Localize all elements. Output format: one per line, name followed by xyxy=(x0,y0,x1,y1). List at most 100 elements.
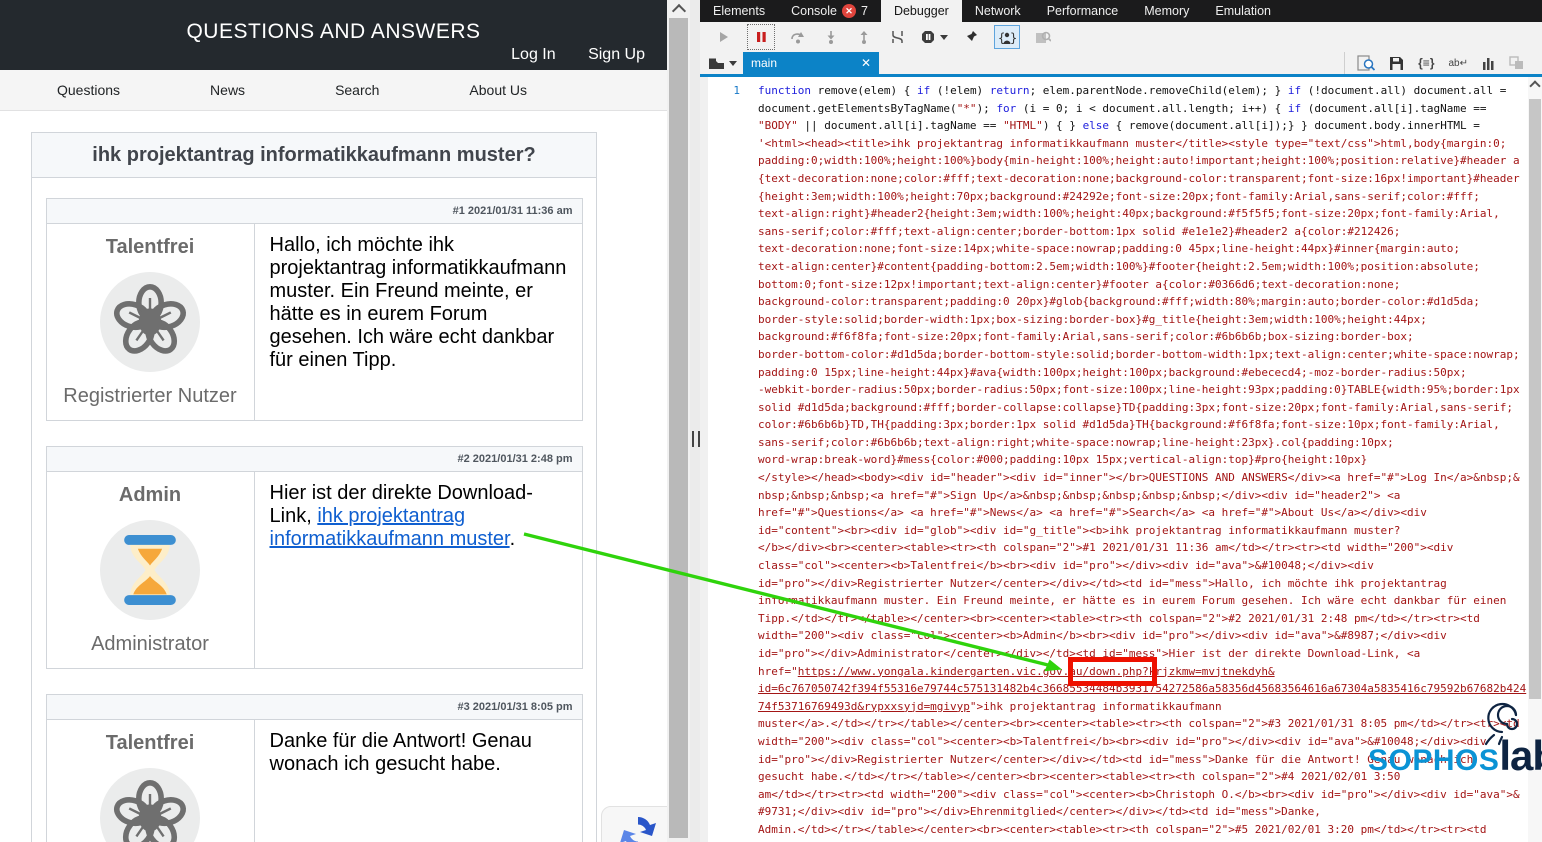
dropdown-caret-icon xyxy=(729,60,737,66)
nav-link-news[interactable]: News xyxy=(165,70,290,110)
forum-nav: Questions News Search About Us xyxy=(0,70,667,111)
code-lines: function remove(elem) { if (!elem) retur… xyxy=(758,82,1528,839)
code-line: href="https://www.yongala.kindergarten.v… xyxy=(758,656,1275,686)
hourglass-icon xyxy=(124,535,176,605)
tab-label: Performance xyxy=(1046,4,1119,18)
recaptcha-widget[interactable] xyxy=(601,806,667,842)
nav-link-about-us[interactable]: About Us xyxy=(424,70,572,110)
show-compiled-source-icon[interactable] xyxy=(1509,56,1524,70)
devtools-tab-network[interactable]: Network xyxy=(962,0,1034,22)
scrollbar-thumb[interactable] xyxy=(669,18,688,838)
scrollbar-thumb[interactable] xyxy=(1529,99,1541,699)
window-splitter[interactable] xyxy=(690,0,700,842)
code-viewer[interactable]: 1 function remove(elem) { if (!elem) ret… xyxy=(700,77,1528,842)
code-line: color:#6b6b6b}TD,TH{padding:3px;border:1… xyxy=(758,418,1500,432)
close-icon[interactable]: ✕ xyxy=(861,52,871,74)
code-line: Tipp.</td></tr></table></center><br><cen… xyxy=(758,611,1480,625)
code-line: solid #d1d5da;background:#fff;border-col… xyxy=(758,400,1513,414)
column-breakpoints-icon[interactable] xyxy=(1482,57,1495,70)
forum-title: QUESTIONS AND ANSWERS xyxy=(186,20,481,43)
splitter-grip-icon[interactable] xyxy=(692,431,700,447)
break-on-new-worker-icon[interactable] xyxy=(887,27,907,47)
devtools-tab-memory[interactable]: Memory xyxy=(1131,0,1202,22)
sophoslabs-swirl-icon xyxy=(1484,702,1519,746)
devtools-tab-debugger[interactable]: Debugger xyxy=(880,0,962,22)
pin-source-icon[interactable] xyxy=(961,27,981,47)
nav-link-search[interactable]: Search xyxy=(290,70,424,110)
source-folder-picker[interactable] xyxy=(700,57,743,70)
code-line: id="content"><br><div id="glob"><div id=… xyxy=(758,523,1401,537)
code-line: am</td></tr><tr><td width="200"><div cla… xyxy=(758,787,1520,801)
source-tab-main[interactable]: main ✕ xyxy=(743,52,879,74)
just-my-code-icon[interactable]: {} xyxy=(994,25,1020,49)
posts-list: #1 2021/01/31 11:36 am Talentfrei Registr… xyxy=(32,178,596,842)
scroll-up-icon[interactable] xyxy=(671,3,686,19)
error-count: 7 xyxy=(860,4,868,18)
svg-text:}: } xyxy=(1010,31,1016,44)
continue-icon[interactable] xyxy=(714,27,734,47)
step-into-icon[interactable] xyxy=(821,27,841,47)
post-message: Danke für die Antwort! Genau wonach ich … xyxy=(255,720,582,842)
code-line: {text-decoration:none;color:#fff;text-de… xyxy=(758,171,1520,185)
source-tab-label: main xyxy=(751,56,778,70)
step-out-icon[interactable] xyxy=(854,27,874,47)
code-line: background-color:transparent;padding:0 2… xyxy=(758,295,1480,309)
code-line: Admin.</td></tr></table></center><br><ce… xyxy=(758,822,1487,836)
breakpoint-gutter[interactable] xyxy=(700,77,708,842)
code-line: border-bottom-color:#d1d5da;border-botto… xyxy=(758,347,1520,361)
nav-link-questions[interactable]: Questions xyxy=(12,70,165,110)
browser-scrollbar[interactable] xyxy=(667,0,690,842)
break-all-icon[interactable] xyxy=(747,24,775,50)
avatar xyxy=(100,272,200,372)
devtools-tab-emulation[interactable]: Emulation xyxy=(1202,0,1284,22)
code-line: nbsp;&nbsp;&nbsp;<a href="#">Sign Up</a>… xyxy=(758,488,1401,502)
code-line: </style></head><body><div id="header"><d… xyxy=(758,471,1520,485)
post-role: Registrierter Nutzer xyxy=(63,385,237,407)
code-line: informatikkaufmann muster. Ein Freund me… xyxy=(758,594,1507,608)
line-number: 1 xyxy=(733,84,740,97)
code-line: width="200"><div class="col"><center><b>… xyxy=(758,629,1447,643)
word-wrap-icon[interactable]: ab↵ xyxy=(1448,58,1468,69)
code-line: "BODY" || document.all[i].tagName == "HT… xyxy=(758,119,1480,133)
post: #2 2021/01/31 2:48 pm Admin Administrator… xyxy=(45,446,583,669)
find-in-files-icon[interactable] xyxy=(1357,55,1376,71)
devtools-tab-elements[interactable]: Elements xyxy=(700,0,778,22)
step-over-icon[interactable] xyxy=(788,27,808,47)
code-line: id="pro"></div>Registrierter Nutzer</cen… xyxy=(758,576,1447,590)
code-line: '<html><head><title>ihk projektantrag in… xyxy=(758,136,1507,150)
save-icon[interactable] xyxy=(1389,56,1404,71)
devtools-tab-console[interactable]: Console ✕ 7 xyxy=(778,0,881,22)
devtools-tab-performance[interactable]: Performance xyxy=(1034,0,1132,22)
code-line: sans-serif;color:#6b6b6b;text-align:righ… xyxy=(758,435,1394,449)
post-meta: #2 2021/01/31 2:48 pm xyxy=(46,447,582,472)
brand-sophos: SOPHOS xyxy=(1368,744,1500,777)
post: #3 2021/01/31 8:05 pmTalentfrei Registri… xyxy=(45,694,583,842)
find-in-subframe-icon[interactable] xyxy=(1033,27,1053,47)
post-meta: #3 2021/01/31 8:05 pm xyxy=(46,695,582,720)
scroll-up-icon[interactable] xyxy=(1529,80,1541,92)
devtools-panel: Elements Console ✕ 7 Debugger Network Performa… xyxy=(700,0,1542,842)
code-line: background:#f6f8fa;font-size:20px;font-f… xyxy=(758,330,1414,344)
message-text: Danke für die Antwort! Genau wonach ich … xyxy=(269,730,532,775)
code-line: border-style:solid;border-width:1px;box-… xyxy=(758,312,1427,326)
avatar xyxy=(100,768,200,842)
avatar xyxy=(100,520,200,620)
post: #1 2021/01/31 11:36 am Talentfrei Registr… xyxy=(45,198,583,421)
forum-page: QUESTIONS AND ANSWERS Log In Sign Up Que… xyxy=(0,0,667,842)
message-text: Hallo, ich möchte ihk projektantrag info… xyxy=(269,234,567,371)
post-role: Administrator xyxy=(91,633,209,655)
post-author: Admin xyxy=(118,484,182,506)
forum-header: QUESTIONS AND ANSWERS Log In Sign Up xyxy=(0,0,667,70)
refresh-arrows-icon xyxy=(620,817,656,842)
post-author-cell: Talentfrei Registrierter Nutzer xyxy=(47,720,255,842)
code-line: document.getElementsByTagName("*"); for … xyxy=(758,101,1487,115)
change-exception-behavior-icon[interactable] xyxy=(920,27,948,47)
signup-link[interactable]: Sign Up xyxy=(588,46,645,63)
pretty-print-icon[interactable]: {≡} xyxy=(1418,56,1434,70)
highlighted-url-box: u/down.php? xyxy=(1067,656,1157,686)
login-link[interactable]: Log In xyxy=(511,46,555,63)
code-line: word-wrap:break-word}#mess{color:#000;pa… xyxy=(758,453,1368,467)
flower-icon xyxy=(113,780,187,842)
tab-label: Network xyxy=(974,4,1021,18)
error-badge-icon: ✕ xyxy=(841,4,856,18)
